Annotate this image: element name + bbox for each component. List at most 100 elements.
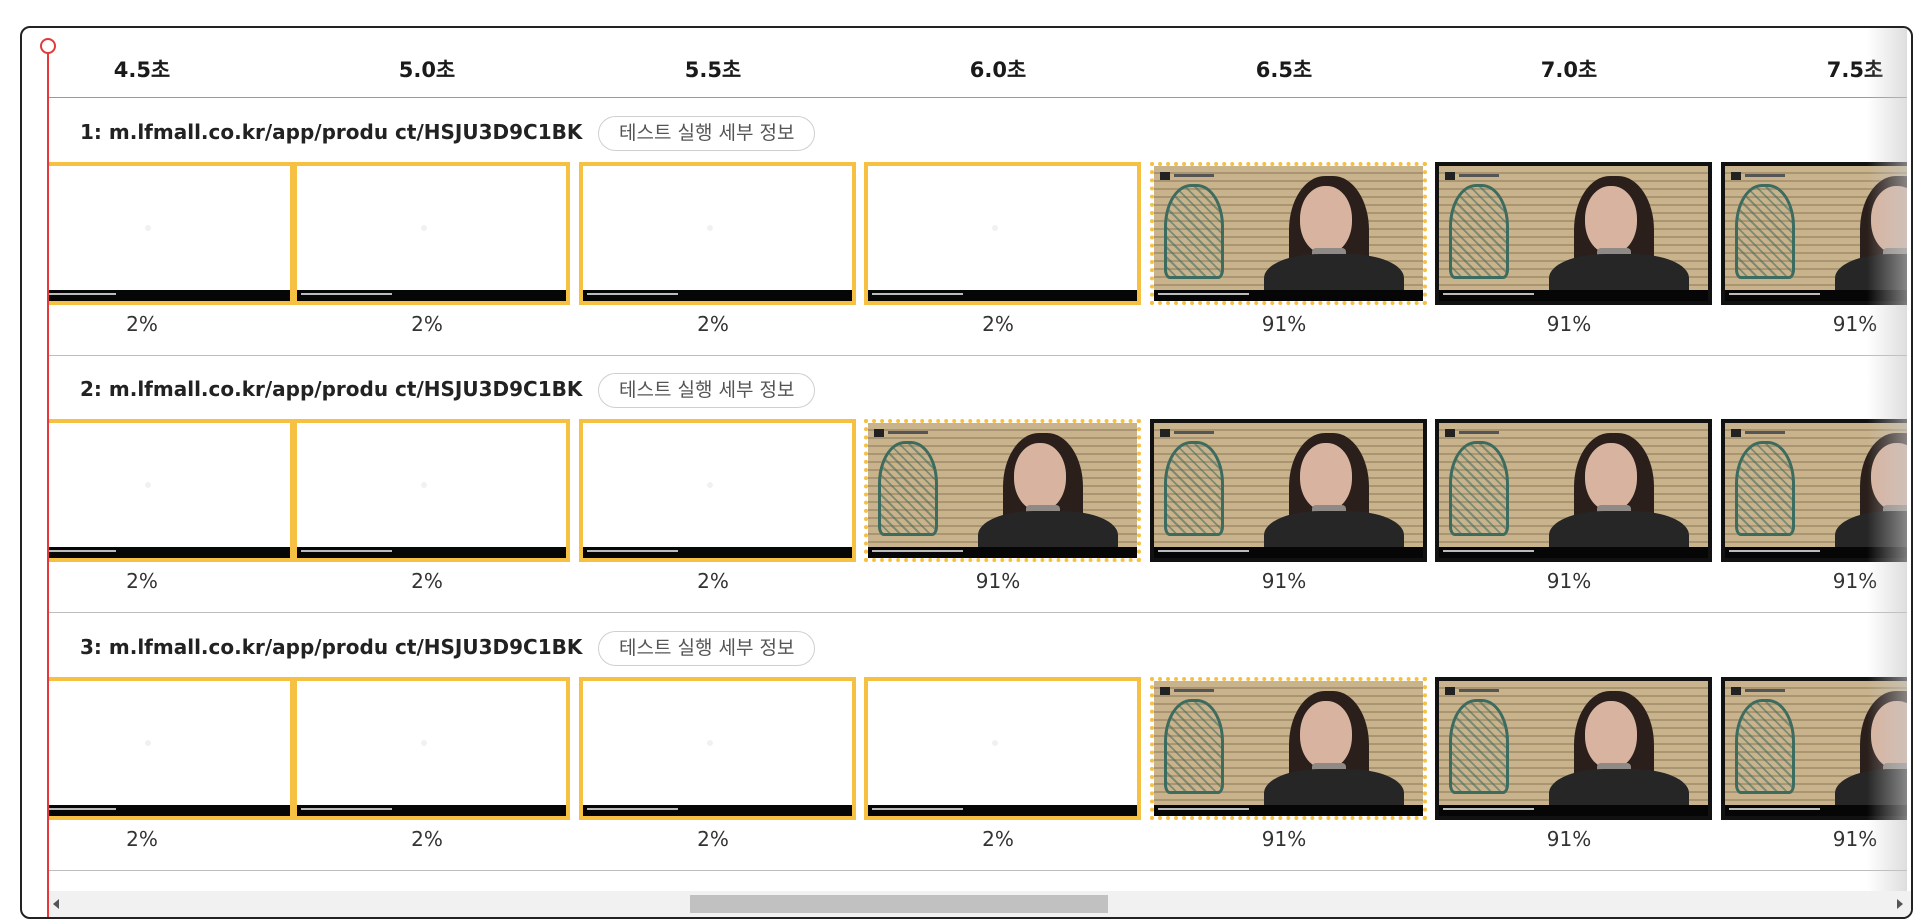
loading-spinner-icon xyxy=(144,482,151,489)
loading-spinner-icon xyxy=(706,482,713,489)
visual-progress-percent: 91% xyxy=(1546,312,1592,336)
app-bottom-nav-bar xyxy=(868,547,1137,558)
page-screenshot-image xyxy=(1154,423,1423,558)
filmstrip-frame-thumbnail[interactable] xyxy=(293,677,570,820)
page-screenshot-image xyxy=(1725,681,1907,816)
filmstrip-frame-thumbnail[interactable] xyxy=(864,419,1141,562)
filmstrip-frame-thumbnail[interactable] xyxy=(864,162,1141,305)
test-run-url-title[interactable]: 3: m.lfmall.co.kr/app/produ ct/HSJU3D9C1… xyxy=(80,635,582,659)
test-run-details-button[interactable]: 테스트 실행 세부 정보 xyxy=(598,631,816,666)
model-face-graphic xyxy=(1014,443,1066,511)
playhead-handle[interactable] xyxy=(40,38,56,54)
page-screenshot-image xyxy=(1439,423,1708,558)
test-run-details-button[interactable]: 테스트 실행 세부 정보 xyxy=(598,373,816,408)
filmstrip-frame-thumbnail[interactable] xyxy=(579,419,856,562)
site-header-bar xyxy=(1745,431,1785,434)
filmstrip-frame-thumbnail[interactable] xyxy=(47,677,294,820)
site-header-bar xyxy=(1745,689,1785,692)
filmstrip-frame-thumbnail[interactable] xyxy=(47,419,294,562)
site-logo-icon xyxy=(1160,687,1170,695)
filmstrip-frame-thumbnail[interactable] xyxy=(47,162,294,305)
filmstrip-frame-thumbnail[interactable] xyxy=(293,162,570,305)
filmstrip-frame-thumbnail[interactable] xyxy=(864,677,1141,820)
visual-progress-percent: 91% xyxy=(1832,569,1878,593)
filmstrip-frame-thumbnail[interactable] xyxy=(1435,677,1712,820)
site-header-bar xyxy=(1174,174,1214,177)
filmstrip-frame-thumbnail[interactable] xyxy=(1150,677,1427,820)
filmstrip-frame-thumbnail[interactable] xyxy=(579,162,856,305)
site-header-bar xyxy=(1174,689,1214,692)
filmstrip-frame-thumbnail[interactable] xyxy=(1721,162,1907,305)
hanging-basket-graphic xyxy=(1449,699,1509,794)
page-screenshot-image xyxy=(1439,681,1708,816)
loading-spinner-icon xyxy=(706,740,713,747)
loading-spinner-icon xyxy=(420,482,427,489)
horizontal-scrollbar[interactable] xyxy=(47,891,1911,917)
test-run-row: 3: m.lfmall.co.kr/app/produ ct/HSJU3D9C1… xyxy=(47,613,1907,871)
model-face-graphic xyxy=(1300,443,1352,511)
page-screenshot-image xyxy=(1154,681,1423,816)
time-tick: 6.0초 xyxy=(969,58,1027,82)
visual-progress-percent: 2% xyxy=(697,827,729,851)
app-bottom-nav-bar xyxy=(583,805,852,816)
app-bottom-nav-bar xyxy=(47,290,290,301)
model-face-graphic xyxy=(1585,701,1637,769)
site-header-bar xyxy=(1745,174,1785,177)
scroll-right-arrow-icon[interactable] xyxy=(1897,899,1903,909)
site-logo-icon xyxy=(1731,172,1741,180)
model-face-graphic xyxy=(1585,186,1637,254)
app-bottom-nav-bar xyxy=(1725,547,1907,558)
hanging-basket-graphic xyxy=(1164,184,1224,279)
hanging-basket-graphic xyxy=(1164,441,1224,536)
visual-progress-percent: 91% xyxy=(1546,827,1592,851)
site-logo-icon xyxy=(1731,429,1741,437)
visual-progress-percent: 2% xyxy=(697,569,729,593)
loading-spinner-icon xyxy=(420,740,427,747)
loading-spinner-icon xyxy=(420,225,427,232)
site-logo-icon xyxy=(1160,429,1170,437)
visual-progress-percent: 91% xyxy=(1261,827,1307,851)
page-screenshot-image xyxy=(1439,166,1708,301)
model-face-graphic xyxy=(1300,186,1352,254)
filmstrip-frame-thumbnail[interactable] xyxy=(579,677,856,820)
filmstrip-frame-thumbnail[interactable] xyxy=(1150,419,1427,562)
visual-progress-percent: 2% xyxy=(697,312,729,336)
loading-spinner-icon xyxy=(144,740,151,747)
app-bottom-nav-bar xyxy=(297,290,566,301)
visual-progress-percent: 2% xyxy=(411,312,443,336)
hanging-basket-graphic xyxy=(1164,699,1224,794)
visual-progress-percent: 91% xyxy=(1832,312,1878,336)
page-screenshot-image xyxy=(1154,166,1423,301)
filmstrip-frame-thumbnail[interactable] xyxy=(293,419,570,562)
app-bottom-nav-bar xyxy=(1725,805,1907,816)
scroll-left-arrow-icon[interactable] xyxy=(53,899,59,909)
loading-spinner-icon xyxy=(144,225,151,232)
visual-progress-percent: 91% xyxy=(1261,312,1307,336)
test-run-url-title[interactable]: 2: m.lfmall.co.kr/app/produ ct/HSJU3D9C1… xyxy=(80,377,582,401)
scrollbar-thumb[interactable] xyxy=(690,895,1108,913)
playhead-line[interactable] xyxy=(47,46,49,917)
test-run-details-button[interactable]: 테스트 실행 세부 정보 xyxy=(598,116,816,151)
site-header-bar xyxy=(1459,689,1499,692)
app-bottom-nav-bar xyxy=(1439,805,1708,816)
app-bottom-nav-bar xyxy=(1439,547,1708,558)
loading-spinner-icon xyxy=(991,740,998,747)
filmstrip-frame-thumbnail[interactable] xyxy=(1435,162,1712,305)
filmstrip-viewport: 4.5초 5.0초 5.5초 6.0초 6.5초 7.0초 7.5초 1: m.… xyxy=(47,28,1907,892)
visual-progress-percent: 91% xyxy=(1261,569,1307,593)
filmstrip-frame-thumbnail[interactable] xyxy=(1435,419,1712,562)
filmstrip-frame-thumbnail[interactable] xyxy=(1721,419,1907,562)
test-run-row: 1: m.lfmall.co.kr/app/produ ct/HSJU3D9C1… xyxy=(47,98,1907,356)
site-logo-icon xyxy=(874,429,884,437)
app-bottom-nav-bar xyxy=(1154,290,1423,301)
site-header-bar xyxy=(1174,431,1214,434)
site-logo-icon xyxy=(1445,429,1455,437)
site-logo-icon xyxy=(1445,687,1455,695)
filmstrip-frame-thumbnail[interactable] xyxy=(1150,162,1427,305)
app-bottom-nav-bar xyxy=(583,290,852,301)
page-screenshot-image xyxy=(1725,166,1907,301)
app-bottom-nav-bar xyxy=(1725,290,1907,301)
app-bottom-nav-bar xyxy=(1154,547,1423,558)
filmstrip-frame-thumbnail[interactable] xyxy=(1721,677,1907,820)
test-run-url-title[interactable]: 1: m.lfmall.co.kr/app/produ ct/HSJU3D9C1… xyxy=(80,120,582,144)
